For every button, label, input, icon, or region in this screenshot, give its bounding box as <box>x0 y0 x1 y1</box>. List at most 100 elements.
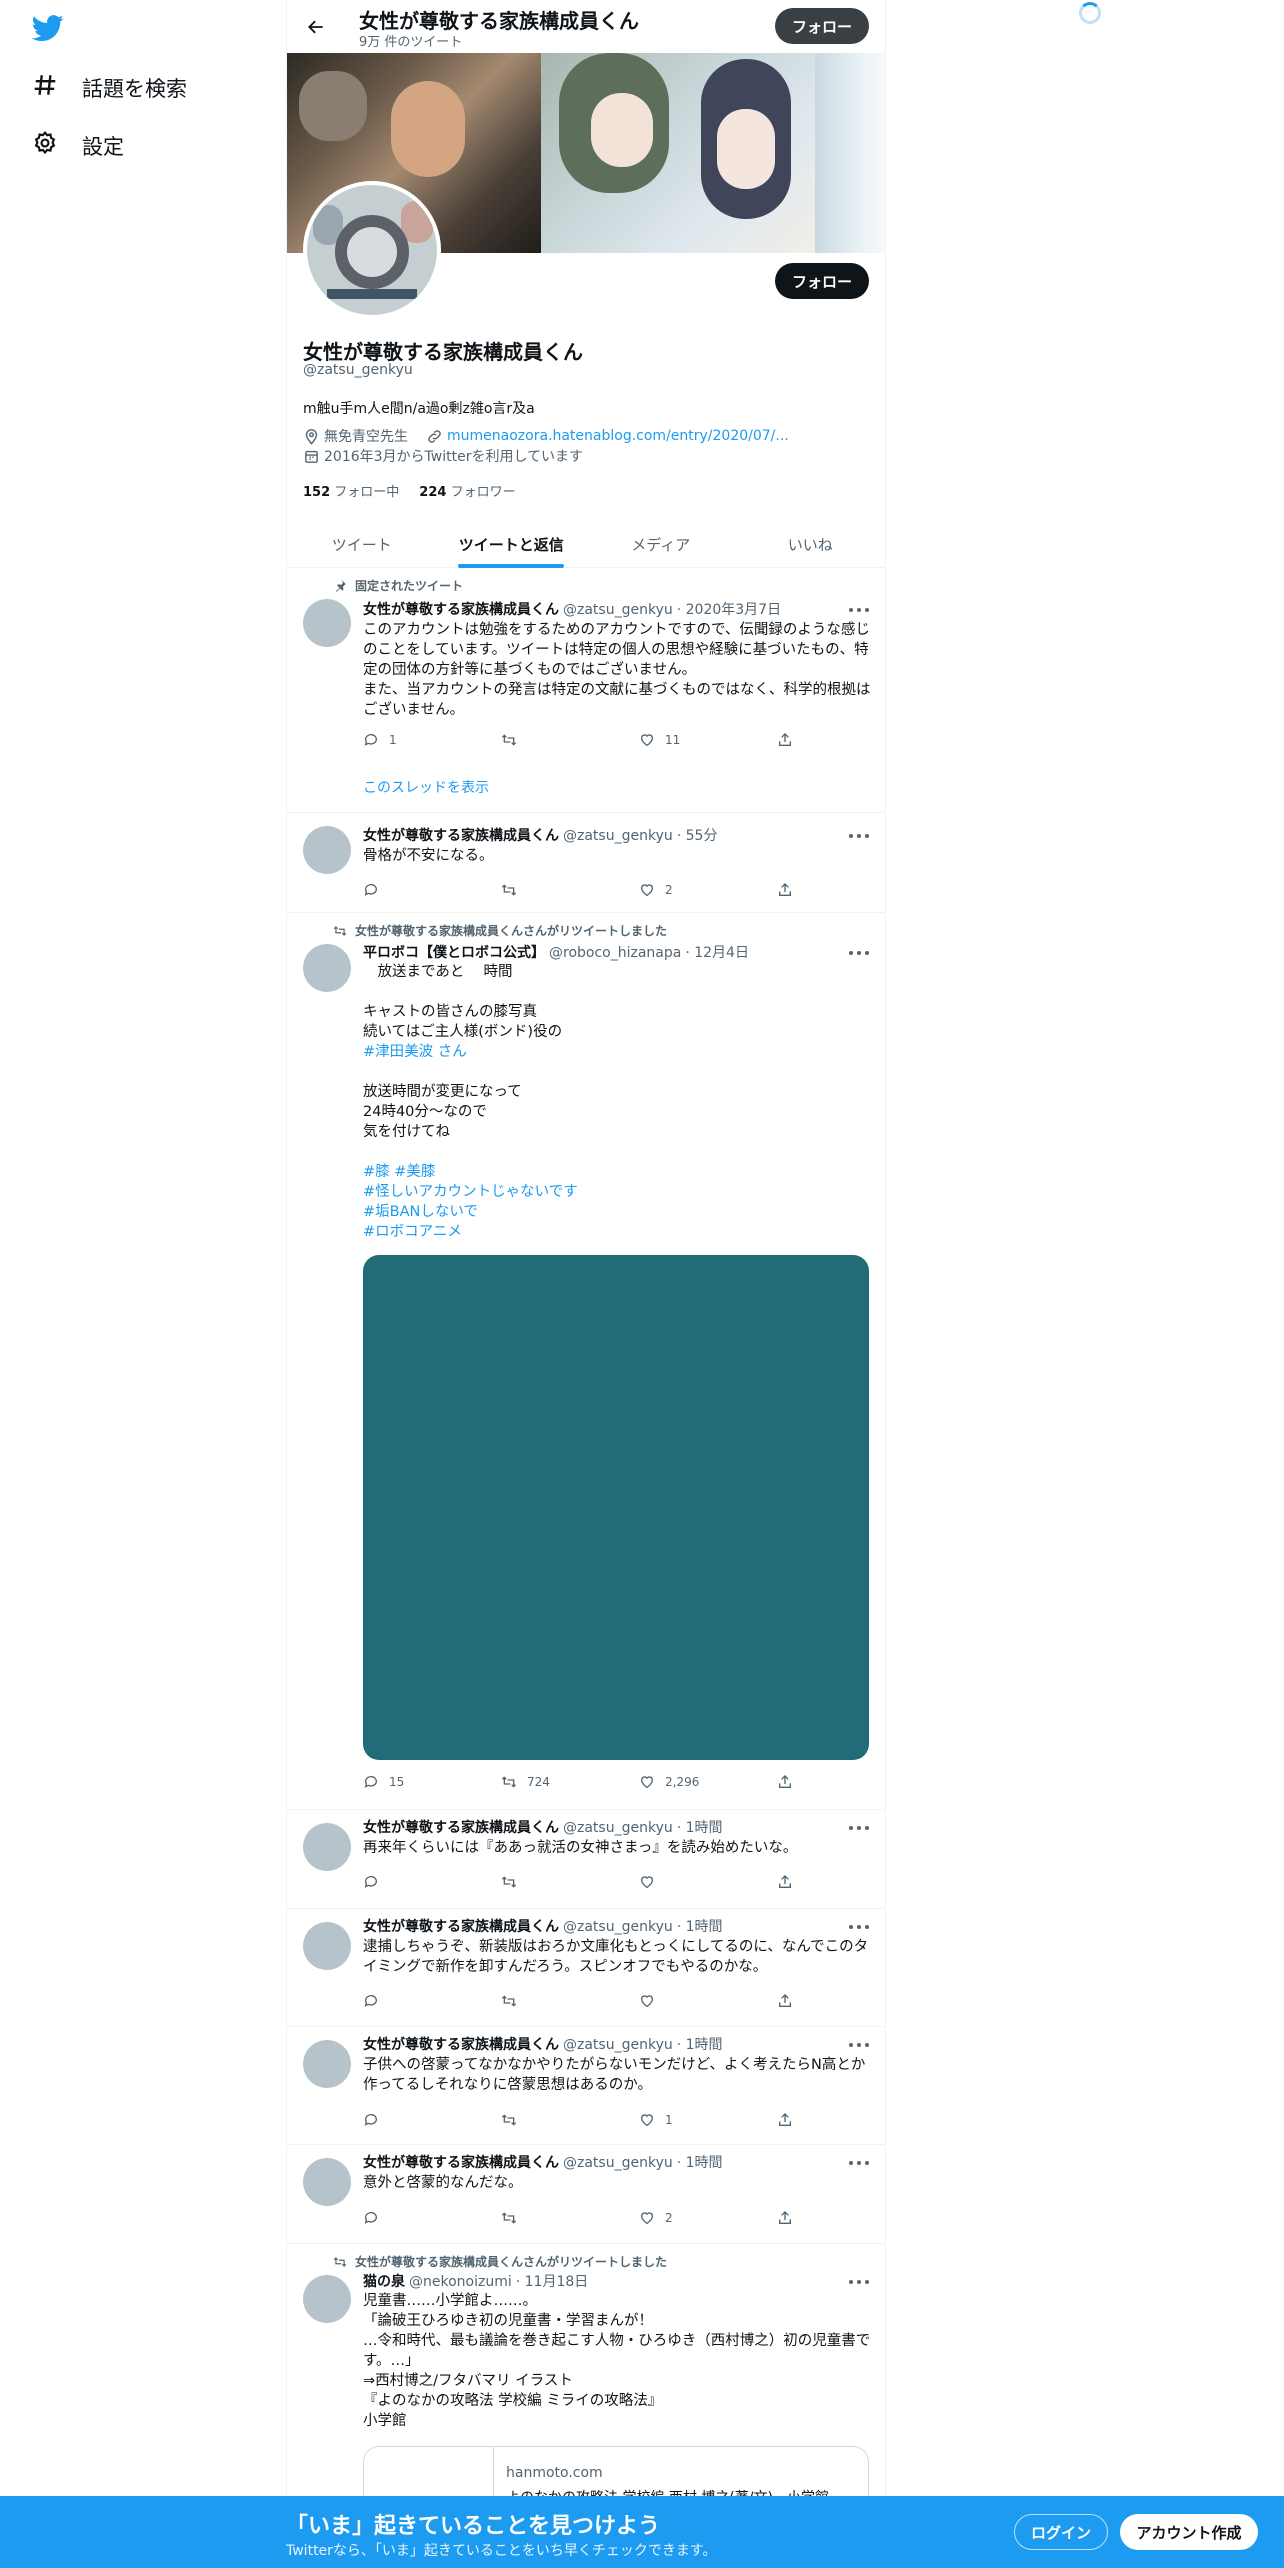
retweeted-by-label: 女性が尊敬する家族構成員くんさんがリツイートしました <box>333 2253 667 2270</box>
tab-tweets-and-replies[interactable]: ツイートと返信 <box>437 522 587 567</box>
more-options-icon[interactable] <box>849 2158 869 2168</box>
share-button[interactable] <box>777 732 793 748</box>
tweet[interactable]: 女性が尊敬する家族構成員くん @zatsu_genkyu · 55分 骨格が不安… <box>287 814 885 913</box>
retweet-button[interactable] <box>501 2210 591 2226</box>
tweet-author-handle[interactable]: @zatsu_genkyu <box>563 602 673 618</box>
tweet-author-name[interactable]: 女性が尊敬する家族構成員くん <box>363 2034 559 2054</box>
more-options-icon[interactable] <box>849 1922 869 1932</box>
nav-settings[interactable]: 設定 <box>32 130 124 161</box>
profile-avatar[interactable] <box>303 181 441 319</box>
header-follow-button[interactable]: フォロー <box>775 8 869 44</box>
like-button[interactable]: 11 <box>639 732 729 748</box>
tweet-date[interactable]: · 1時間 <box>677 2152 723 2172</box>
tweet-avatar[interactable] <box>303 2275 351 2323</box>
hashtag-link[interactable]: #ロボコアニメ <box>363 1222 873 1242</box>
signup-button[interactable]: アカウント作成 <box>1120 2514 1258 2550</box>
tweet-author-name[interactable]: 女性が尊敬する家族構成員くん <box>363 2152 559 2172</box>
tweet-author-handle[interactable]: @zatsu_genkyu <box>563 1919 673 1935</box>
hashtag-link[interactable]: #膝 #美膝 <box>363 1162 873 1182</box>
twitter-logo-icon[interactable] <box>31 12 64 44</box>
retweet-button[interactable] <box>501 732 591 748</box>
tab-likes[interactable]: いいね <box>736 522 886 567</box>
tweet-media-video[interactable] <box>363 1255 869 1760</box>
more-options-icon[interactable] <box>849 831 869 841</box>
tweet-avatar[interactable] <box>303 944 351 992</box>
tweet-avatar[interactable] <box>303 2040 351 2088</box>
reply-button[interactable]: 1 <box>363 732 453 748</box>
tweet-author-handle[interactable]: @zatsu_genkyu <box>563 2037 673 2053</box>
more-options-icon[interactable] <box>849 2040 869 2050</box>
back-button[interactable] <box>301 12 331 42</box>
hashtag-link[interactable]: #怪しいアカウントじゃないです <box>363 1182 873 1202</box>
tweet-author-handle[interactable]: @zatsu_genkyu <box>563 2155 673 2171</box>
tweet-author-name[interactable]: 女性が尊敬する家族構成員くん <box>363 1817 559 1837</box>
retweet-button[interactable] <box>501 1993 591 2009</box>
hashtag-link[interactable]: #垢BANしないで <box>363 1202 873 1222</box>
reply-button[interactable]: 15 <box>363 1774 453 1790</box>
more-options-icon[interactable] <box>849 948 869 958</box>
following-link[interactable]: 152 フォロー中 <box>303 481 399 500</box>
tweet-author-name[interactable]: 女性が尊敬する家族構成員くん <box>363 1916 559 1936</box>
retweet-button[interactable] <box>501 2112 591 2128</box>
like-button[interactable] <box>639 1874 729 1890</box>
tweet-author-handle[interactable]: @nekonoizumi <box>409 2274 512 2290</box>
more-options-icon[interactable] <box>849 1823 869 1833</box>
more-options-icon[interactable] <box>849 2277 869 2287</box>
reply-button[interactable] <box>363 1874 453 1890</box>
like-button[interactable]: 1 <box>639 2112 729 2128</box>
reply-button[interactable] <box>363 2210 453 2226</box>
reply-button[interactable] <box>363 882 453 898</box>
share-button[interactable] <box>777 2210 793 2226</box>
tweet-date[interactable]: · 12月4日 <box>685 942 749 962</box>
tweet-author-name[interactable]: 猫の泉 <box>363 2271 405 2291</box>
profile-url[interactable]: mumenaozora.hatenablog.com/entry/2020/07… <box>426 428 789 445</box>
tweet-date[interactable]: · 1時間 <box>677 1916 723 1936</box>
retweet-button[interactable] <box>501 882 591 898</box>
like-button[interactable]: 2 <box>639 882 729 898</box>
profile-follow-button[interactable]: フォロー <box>775 263 869 299</box>
tweet-author-name[interactable]: 女性が尊敬する家族構成員くん <box>363 825 559 845</box>
more-options-icon[interactable] <box>849 605 869 615</box>
tweet-author-handle[interactable]: @zatsu_genkyu <box>563 828 673 844</box>
tweet-author-name[interactable]: 女性が尊敬する家族構成員くん <box>363 599 559 619</box>
share-button[interactable] <box>777 1993 793 2009</box>
share-button[interactable] <box>777 2112 793 2128</box>
retweet-button[interactable]: 724 <box>501 1774 591 1790</box>
tweet-author-name[interactable]: 平ロボコ【僕とロボコ公式】 <box>363 942 545 962</box>
share-button[interactable] <box>777 1874 793 1890</box>
like-button[interactable] <box>639 1993 729 2009</box>
tweet-avatar[interactable] <box>303 826 351 874</box>
nav-explore[interactable]: 話題を検索 <box>32 72 187 103</box>
login-button[interactable]: ログイン <box>1014 2514 1108 2550</box>
like-button[interactable]: 2 <box>639 2210 729 2226</box>
followers-link[interactable]: 224 フォロワー <box>419 481 515 500</box>
tab-media[interactable]: メディア <box>586 522 736 567</box>
retweet-button[interactable] <box>501 1874 591 1890</box>
tweet-avatar[interactable] <box>303 1823 351 1871</box>
show-thread-link[interactable]: このスレッドを表示 <box>363 777 489 797</box>
tweet-author-handle[interactable]: @zatsu_genkyu <box>563 1820 673 1836</box>
tweet-date[interactable]: · 11月18日 <box>516 2271 589 2291</box>
reply-button[interactable] <box>363 2112 453 2128</box>
tab-tweets[interactable]: ツイート <box>287 522 437 567</box>
tweet-date[interactable]: · 2020年3月7日 <box>677 599 781 619</box>
hashtag-link[interactable]: #津田美波 さん <box>363 1042 873 1062</box>
tweet-text: 再来年くらいには『ああっ就活の女神さまっ』を読み始めたいな。 <box>363 1840 798 1856</box>
tweet[interactable]: 女性が尊敬する家族構成員くん @zatsu_genkyu · 1時間 再来年くら… <box>287 1811 885 1909</box>
tweet[interactable]: 女性が尊敬する家族構成員くん @zatsu_genkyu · 1時間 意外と啓蒙… <box>287 2146 885 2244</box>
tweet-author-handle[interactable]: @roboco_hizanapa <box>549 945 681 961</box>
tweet-date[interactable]: · 1時間 <box>677 1817 723 1837</box>
share-button[interactable] <box>777 882 793 898</box>
tweet-retweet[interactable]: 女性が尊敬する家族構成員くんさんがリツイートしました 平ロボコ【僕とロボコ公式】… <box>287 914 885 1810</box>
share-button[interactable] <box>777 1774 793 1790</box>
tweet-avatar[interactable] <box>303 1922 351 1970</box>
tweet-avatar[interactable] <box>303 2158 351 2206</box>
reply-button[interactable] <box>363 1993 453 2009</box>
tweet-avatar[interactable] <box>303 599 351 647</box>
tweet-pinned[interactable]: 固定されたツイート 女性が尊敬する家族構成員くん @zatsu_genkyu ·… <box>287 569 885 813</box>
like-button[interactable]: 2,296 <box>639 1774 729 1790</box>
tweet-date[interactable]: · 1時間 <box>677 2034 723 2054</box>
tweet[interactable]: 女性が尊敬する家族構成員くん @zatsu_genkyu · 1時間 子供への啓… <box>287 2028 885 2145</box>
tweet[interactable]: 女性が尊敬する家族構成員くん @zatsu_genkyu · 1時間 逮捕しちゃ… <box>287 1910 885 2027</box>
tweet-date[interactable]: · 55分 <box>677 825 718 845</box>
